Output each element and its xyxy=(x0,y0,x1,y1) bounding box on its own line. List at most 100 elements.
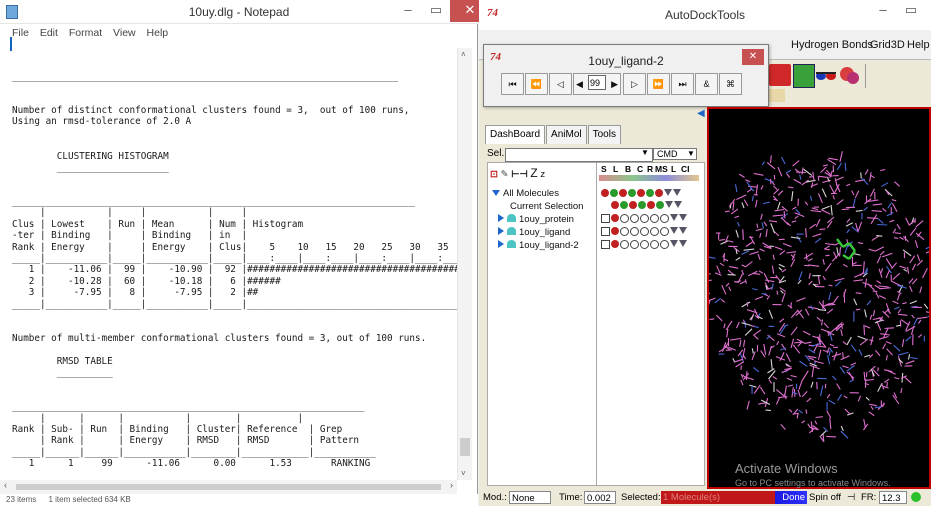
menu-hydrogen-bonds[interactable]: Hydrogen Bonds xyxy=(791,39,873,51)
menu-grid3d[interactable]: Grid3D xyxy=(870,39,905,51)
toolbar-icon-1[interactable] xyxy=(769,64,791,86)
color-menu-icon[interactable] xyxy=(674,201,682,208)
expand-tool-icon[interactable]: ⊢⊣ xyxy=(511,169,528,180)
display-toggle-icon[interactable] xyxy=(650,214,659,223)
player-close-icon[interactable]: ✕ xyxy=(742,49,764,65)
display-toggle-icon[interactable] xyxy=(629,201,637,209)
display-toggle-icon[interactable] xyxy=(646,189,654,197)
display-toggle-icon[interactable] xyxy=(619,189,627,197)
notepad-text-area[interactable]: ________________________________________… xyxy=(12,48,457,486)
step-forward-button[interactable]: ▷ xyxy=(623,73,646,95)
display-toggle-icon[interactable] xyxy=(610,189,618,197)
tab-animol[interactable]: AniMol xyxy=(546,125,587,144)
expand-right-icon[interactable] xyxy=(498,240,504,248)
display-toggle-icon[interactable] xyxy=(637,189,645,197)
sel-dropdown-icon[interactable]: ▼ xyxy=(641,148,649,157)
display-toggle-icon[interactable] xyxy=(650,227,659,236)
spin-slider-icon[interactable]: ⊣ xyxy=(847,491,855,504)
display-toggle-icon[interactable] xyxy=(601,189,609,197)
scroll-down-icon[interactable]: ˅ xyxy=(461,469,466,478)
display-toggle-icon[interactable] xyxy=(611,214,619,222)
menu-view[interactable]: View xyxy=(113,27,136,39)
stereo-glasses-icon[interactable] xyxy=(815,64,837,86)
checkbox-icon[interactable] xyxy=(601,214,610,223)
last-frame-button[interactable]: ⏭ xyxy=(671,73,694,95)
selection-input[interactable] xyxy=(505,148,653,162)
scroll-up-icon[interactable]: ˄ xyxy=(461,50,466,59)
menu-help[interactable]: Help xyxy=(147,27,169,39)
display-toggle-icon[interactable] xyxy=(660,214,669,223)
display-toggle-icon[interactable] xyxy=(655,189,663,197)
player-settings-button[interactable]: ⌘ xyxy=(719,73,742,95)
color-menu-icon[interactable] xyxy=(679,214,687,221)
menu-format[interactable]: Format xyxy=(69,27,102,39)
display-toggle-icon[interactable] xyxy=(640,240,649,249)
adt-minimize-icon[interactable]: – xyxy=(869,0,897,22)
surface-icon[interactable] xyxy=(839,64,861,86)
expand-down-icon[interactable] xyxy=(492,190,500,196)
display-toggle-icon[interactable] xyxy=(640,227,649,236)
notepad-title-bar[interactable]: 10uy.dlg - Notepad – ▭ ✕ xyxy=(0,0,490,24)
display-toggle-icon[interactable] xyxy=(647,201,655,209)
tree-item-protein[interactable]: 1ouy_protein xyxy=(498,214,574,225)
scroll-left-icon[interactable]: ‹ xyxy=(4,480,7,490)
adt-title-bar[interactable]: 74 AutoDockTools – ▭ xyxy=(479,0,931,30)
display-toggle-icon[interactable] xyxy=(611,240,619,248)
frame-prev-icon[interactable]: ◀ xyxy=(576,74,583,94)
display-toggle-icon[interactable] xyxy=(611,201,619,209)
zoom-icon[interactable]: Z xyxy=(530,166,537,180)
menu-file[interactable]: File xyxy=(12,27,29,39)
grid-box-icon[interactable] xyxy=(793,64,815,88)
expand-right-icon[interactable] xyxy=(498,214,504,222)
tree-item-ligand[interactable]: 1ouy_ligand xyxy=(498,227,570,238)
rewind-button[interactable]: ⏪ xyxy=(525,73,548,95)
color-menu-icon[interactable] xyxy=(673,189,681,196)
display-toggle-icon[interactable] xyxy=(630,214,639,223)
display-toggle-icon[interactable] xyxy=(620,227,629,236)
tree-item-ligand-2[interactable]: 1ouy_ligand-2 xyxy=(498,240,579,251)
color-menu-icon[interactable] xyxy=(670,227,678,234)
display-toggle-icon[interactable] xyxy=(640,214,649,223)
color-menu-icon[interactable] xyxy=(665,201,673,208)
color-menu-icon[interactable] xyxy=(670,214,678,221)
first-frame-button[interactable]: ⏮ xyxy=(501,73,524,95)
color-menu-icon[interactable] xyxy=(679,227,687,234)
fast-forward-button[interactable]: ⏩ xyxy=(647,73,670,95)
color-menu-icon[interactable] xyxy=(670,240,678,247)
zoom-small-icon[interactable]: z xyxy=(540,169,545,180)
menu-edit[interactable]: Edit xyxy=(40,27,58,39)
display-toggle-icon[interactable] xyxy=(611,227,619,235)
display-toggle-icon[interactable] xyxy=(656,201,664,209)
display-toggle-icon[interactable] xyxy=(628,189,636,197)
display-toggle-icon[interactable] xyxy=(630,227,639,236)
display-toggle-icon[interactable] xyxy=(630,240,639,249)
display-toggle-icon[interactable] xyxy=(660,240,669,249)
spin-toggle[interactable]: Spin off xyxy=(809,491,841,504)
menu-help[interactable]: Help xyxy=(907,39,930,51)
display-toggle-icon[interactable] xyxy=(620,240,629,249)
color-menu-icon[interactable] xyxy=(664,189,672,196)
current-selection[interactable]: Current Selection xyxy=(510,201,583,212)
minimize-icon[interactable]: – xyxy=(394,0,422,22)
tab-dashboard[interactable]: DashBoard xyxy=(485,125,546,144)
display-toggle-icon[interactable] xyxy=(620,214,629,223)
display-toggle-icon[interactable] xyxy=(638,201,646,209)
maximize-icon[interactable]: ▭ xyxy=(422,0,450,22)
display-toggle-icon[interactable] xyxy=(660,227,669,236)
display-toggle-icon[interactable] xyxy=(620,201,628,209)
expand-right-icon[interactable] xyxy=(498,227,504,235)
checkbox-icon[interactable] xyxy=(601,227,610,236)
molecule-3d-viewer[interactable]: Activate Windows Go to PC settings to ac… xyxy=(703,107,931,489)
select-tool-icon[interactable]: ⊡ xyxy=(490,169,498,180)
display-toggle-icon[interactable] xyxy=(650,240,659,249)
scroll-right-icon[interactable]: › xyxy=(450,480,453,490)
step-back-button[interactable]: ◁ xyxy=(549,73,572,95)
checkbox-icon[interactable] xyxy=(601,240,610,249)
pencil-tool-icon[interactable]: ✎ xyxy=(501,169,509,180)
collapse-icon[interactable]: ◀ xyxy=(697,108,707,120)
horizontal-scrollbar[interactable]: ‹ › xyxy=(0,480,457,494)
cmd-dropdown-icon[interactable]: ▼ xyxy=(687,149,695,158)
tree-root[interactable]: All Molecules xyxy=(492,188,559,199)
horizontal-thumb[interactable] xyxy=(16,484,441,490)
frame-next-icon[interactable]: ▶ xyxy=(611,74,618,94)
